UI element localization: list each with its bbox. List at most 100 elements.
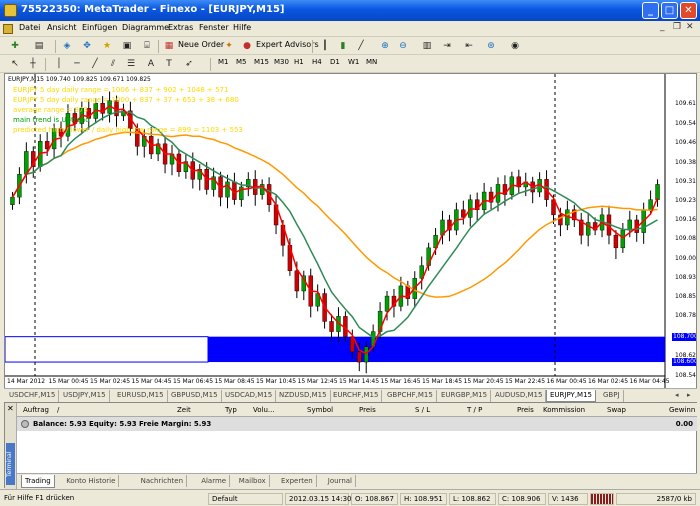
candlestick-icon[interactable]: ▮ xyxy=(336,40,350,52)
minimize-button[interactable]: _ xyxy=(642,2,659,19)
price-chart[interactable]: EURJPY,M15 109.740 109.825 109.671 109.8… xyxy=(4,73,697,391)
tab-scroll-left-icon[interactable]: ◂ xyxy=(672,390,682,402)
new-chart-icon[interactable]: ✚ xyxy=(8,40,22,52)
tester-icon[interactable]: ⌸ xyxy=(140,40,154,52)
column-header[interactable]: Volu... xyxy=(253,406,275,414)
tab-scroll-right-icon[interactable]: ▸ xyxy=(684,390,694,402)
column-header[interactable]: Gewinn xyxy=(669,406,695,414)
terminal-tab[interactable]: Experten xyxy=(278,475,317,487)
column-header[interactable]: Zeit xyxy=(177,406,191,414)
terminal-close-icon[interactable]: ✕ xyxy=(7,404,14,413)
vertical-line-icon[interactable]: │ xyxy=(52,58,66,70)
arrows-icon[interactable]: ➶ xyxy=(182,58,196,70)
timeframe-h4[interactable]: H4 xyxy=(312,58,322,66)
timeframe-h1[interactable]: H1 xyxy=(294,58,304,66)
close-button[interactable]: ✕ xyxy=(680,2,697,19)
symbol-tab[interactable]: EURUSD,M15 xyxy=(114,390,168,402)
zoom-in-icon[interactable]: ⊕ xyxy=(378,40,392,52)
menu-extras[interactable]: Extras xyxy=(168,23,193,32)
menu-diagramme[interactable]: Diagramme xyxy=(122,23,169,32)
symbol-tab[interactable]: USDCHF,M15 xyxy=(6,390,60,402)
symbol-tab[interactable]: AUDUSD,M15 xyxy=(492,390,547,402)
column-header[interactable]: Auftrag xyxy=(23,406,49,414)
column-header[interactable]: S / L xyxy=(415,406,430,414)
terminal-icon[interactable]: ▣ xyxy=(120,40,134,52)
menu-fenster[interactable]: Fenster xyxy=(199,23,229,32)
symbol-tab[interactable]: EURJPY,M15 xyxy=(546,390,596,402)
horizontal-line-icon[interactable]: ─ xyxy=(70,58,84,70)
maximize-button[interactable]: □ xyxy=(661,2,678,19)
profiles-icon[interactable]: ▤ xyxy=(32,40,46,52)
terminal-tab[interactable]: Journal xyxy=(325,475,357,487)
symbol-tab[interactable]: GBPJ xyxy=(600,390,624,402)
symbol-tab[interactable]: USDCAD,M15 xyxy=(222,390,277,402)
connection-indicator-icon xyxy=(590,493,614,505)
text-icon[interactable]: A xyxy=(144,58,158,70)
terminal-tab[interactable]: Mailbox xyxy=(236,475,270,487)
chart-annotation: predicted high / lower / daily high low … xyxy=(13,126,243,134)
column-header[interactable]: Typ xyxy=(225,406,237,414)
timeframe-d1[interactable]: D1 xyxy=(330,58,340,66)
data-window-icon[interactable]: ✥ xyxy=(80,40,94,52)
column-header[interactable]: Preis xyxy=(359,406,376,414)
column-header[interactable]: Symbol xyxy=(307,406,333,414)
crosshair-icon[interactable]: ┼ xyxy=(26,58,40,70)
mdi-restore-icon[interactable]: ❐ xyxy=(673,22,681,32)
symbol-tab[interactable]: NZDUSD,M15 xyxy=(276,390,331,402)
symbol-tab[interactable]: EURCHF,M15 xyxy=(330,390,383,402)
zoom-out-icon[interactable]: ⊖ xyxy=(396,40,410,52)
auto-scroll-icon[interactable]: ⇥ xyxy=(440,40,454,52)
mdi-close-icon[interactable]: ✕ xyxy=(686,22,694,32)
terminal-tab[interactable]: Alarme xyxy=(198,475,231,487)
column-header[interactable]: Kommission xyxy=(543,406,585,414)
market-watch-icon[interactable]: ◈ xyxy=(60,40,74,52)
indicators-icon[interactable]: ⊛ xyxy=(484,40,498,52)
menu-datei[interactable]: Datei xyxy=(19,23,40,32)
timeframe-m5[interactable]: M5 xyxy=(236,58,247,66)
time-label: 15 Mar 04:45 xyxy=(131,378,172,385)
terminal-tab[interactable]: Nachrichten xyxy=(138,475,188,487)
column-header[interactable]: Preis xyxy=(517,406,534,414)
chart-annotation: EURJPY 5 day daily range = 1000 + 837 + … xyxy=(13,96,239,104)
metaeditor-icon[interactable]: ✦ xyxy=(222,40,236,52)
column-header[interactable]: Swap xyxy=(607,406,626,414)
balance-row[interactable]: Balance: 5.93 Equity: 5.93 Freie Margin:… xyxy=(17,417,697,431)
new-order-icon[interactable]: ▦ xyxy=(162,40,176,52)
price-label: 108.855 xyxy=(675,293,696,301)
symbol-tab[interactable]: EURGBP,M15 xyxy=(438,390,492,402)
symbol-tab[interactable]: GBPCHF,M15 xyxy=(384,390,437,402)
menu-ansicht[interactable]: Ansicht xyxy=(47,23,77,32)
expert-advisors-icon[interactable]: ● xyxy=(240,40,254,52)
line-chart-icon[interactable]: ╱ xyxy=(354,40,368,52)
cursor-icon[interactable]: ↖ xyxy=(8,58,22,70)
timeframe-m15[interactable]: M15 xyxy=(254,58,269,66)
column-header[interactable]: / xyxy=(57,406,59,414)
column-header[interactable]: T / P xyxy=(467,406,482,414)
timeframe-m1[interactable]: M1 xyxy=(218,58,229,66)
terminal-tab[interactable]: Konto Historie xyxy=(63,475,120,487)
timeframe-w1[interactable]: W1 xyxy=(348,58,359,66)
candle xyxy=(225,181,230,198)
timeframe-m30[interactable]: M30 xyxy=(274,58,289,66)
tile-windows-icon[interactable]: ▥ xyxy=(420,40,434,52)
document-icon[interactable] xyxy=(3,24,13,34)
bar-chart-icon[interactable]: ┃ xyxy=(318,40,332,52)
chart-canvas[interactable] xyxy=(5,74,697,391)
timeframe-mn[interactable]: MN xyxy=(366,58,377,66)
terminal-tab[interactable]: Trading xyxy=(21,475,55,488)
terminal-panel: ✕ Terminal Auftrag / Zeit Typ Volu... Symbol P… xyxy=(4,402,697,489)
text-label-icon[interactable]: T xyxy=(162,58,176,70)
fibonacci-icon[interactable]: ☰ xyxy=(124,58,138,70)
menu-einfuegen[interactable]: Einfügen xyxy=(82,23,117,32)
symbol-tab[interactable]: GBPUSD,M15 xyxy=(168,390,222,402)
navigator-icon[interactable]: ★ xyxy=(100,40,114,52)
symbol-tab[interactable]: USDJPY,M15 xyxy=(60,390,110,402)
chart-shift-icon[interactable]: ⇤ xyxy=(462,40,476,52)
periods-icon[interactable]: ◉ xyxy=(508,40,522,52)
channel-icon[interactable]: ⫽ xyxy=(106,58,120,70)
new-order-button[interactable]: Neue Order xyxy=(178,40,224,49)
menu-hilfe[interactable]: Hilfe xyxy=(233,23,251,32)
mdi-minimize-icon[interactable]: _ xyxy=(660,22,665,32)
expert-advisors-button[interactable]: Expert Advisors xyxy=(256,40,319,49)
trendline-icon[interactable]: ╱ xyxy=(88,58,102,70)
